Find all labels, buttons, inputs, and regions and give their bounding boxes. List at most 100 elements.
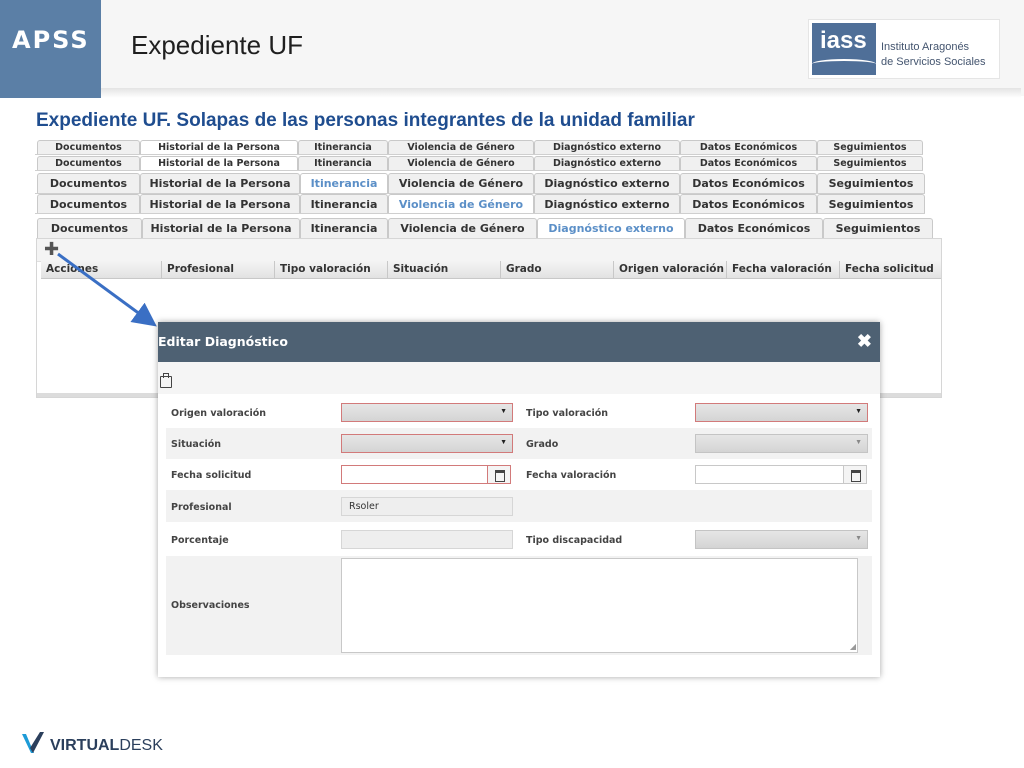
form-row: Observaciones ◢	[166, 556, 872, 655]
chevron-down-icon: ▼	[500, 439, 507, 446]
tab-row-divider	[35, 213, 925, 214]
column-header[interactable]: Fecha solicitud	[839, 261, 941, 278]
tab-violencia-de-genero[interactable]: Violencia de Género	[388, 218, 537, 238]
tab-documentos[interactable]: Documentos	[37, 194, 140, 213]
tab-historial-de-la-persona[interactable]: Historial de la Persona	[140, 194, 300, 213]
iass-logo-word: iass	[820, 27, 867, 54]
close-icon[interactable]: ✖	[857, 331, 872, 352]
tipo-discapacidad-label: Tipo discapacidad	[526, 535, 623, 546]
tab-documentos[interactable]: Documentos	[37, 218, 142, 238]
tab-violencia-de-genero[interactable]: Violencia de Género	[388, 140, 534, 154]
virtualdesk-v-icon	[22, 732, 44, 753]
tab-seguimientos[interactable]: Seguimientos	[823, 218, 933, 238]
form-row: Profesional Rsoler	[166, 490, 872, 522]
tab-diagnostico-externo[interactable]: Diagnóstico externo	[534, 194, 680, 213]
column-header[interactable]: Acciones	[41, 261, 161, 278]
porcentaje-label: Porcentaje	[171, 535, 229, 546]
tab-row-divider	[35, 193, 925, 194]
column-header[interactable]: Profesional	[161, 261, 274, 278]
tab-row-2: Documentos Historial de la Persona Itinera…	[37, 156, 923, 170]
iass-logo-mark: iass	[812, 23, 876, 75]
tab-itinerancia[interactable]: Itinerancia	[298, 156, 388, 170]
tab-diagnostico-externo[interactable]: Diagnóstico externo	[534, 156, 680, 170]
resize-handle-icon[interactable]: ◢	[850, 642, 856, 651]
column-header[interactable]: Fecha valoración	[726, 261, 839, 278]
virtualdesk-logo-thin: DESK	[119, 737, 163, 754]
observaciones-textarea[interactable]: ◢	[341, 558, 858, 653]
virtualdesk-logo-text: VIRTUALDESK	[50, 737, 163, 755]
save-icon[interactable]	[160, 373, 172, 388]
calendar-icon	[851, 470, 861, 482]
tab-historial-de-la-persona[interactable]: Historial de la Persona	[142, 218, 300, 238]
tab-row-4: Documentos Historial de la Persona Itinera…	[37, 194, 925, 213]
tab-historial-de-la-persona[interactable]: Historial de la Persona	[140, 156, 298, 170]
tab-violencia-de-genero[interactable]: Violencia de Género	[388, 194, 534, 213]
virtualdesk-logo-bold: VIRTUAL	[50, 737, 120, 754]
editar-diagnostico-modal: Editar Diagnóstico ✖ Origen valoración ▼…	[158, 322, 880, 677]
page-title: Expediente UF	[131, 30, 303, 60]
iass-logo: iass Instituto Aragonés de Servicios Soc…	[808, 19, 1000, 79]
column-header[interactable]: Tipo valoración	[274, 261, 387, 278]
situacion-select[interactable]: ▼	[341, 434, 513, 453]
tab-itinerancia[interactable]: Itinerancia	[300, 194, 388, 213]
tab-seguimientos[interactable]: Seguimientos	[817, 173, 925, 193]
tipo-valoracion-label: Tipo valoración	[526, 408, 609, 419]
calendar-icon	[495, 470, 505, 482]
tab-diagnostico-externo[interactable]: Diagnóstico externo	[537, 218, 685, 238]
tab-documentos[interactable]: Documentos	[37, 140, 140, 154]
diagnostico-form: Origen valoración ▼ Tipo valoración ▼ Si…	[166, 397, 872, 672]
tab-documentos[interactable]: Documentos	[37, 173, 140, 193]
tipo-discapacidad-select[interactable]: ▼	[695, 530, 868, 549]
tab-historial-de-la-persona[interactable]: Historial de la Persona	[140, 173, 300, 193]
form-row: Origen valoración ▼ Tipo valoración ▼	[166, 397, 872, 428]
tab-datos-economicos[interactable]: Datos Económicos	[680, 140, 817, 154]
modal-toolbar	[158, 362, 880, 394]
tab-violencia-de-genero[interactable]: Violencia de Género	[388, 156, 534, 170]
tab-historial-de-la-persona[interactable]: Historial de la Persona	[140, 140, 298, 154]
form-row: Fecha solicitud Fecha valoración	[166, 459, 872, 490]
porcentaje-field[interactable]	[341, 530, 513, 549]
fecha-valoracion-input[interactable]	[695, 465, 844, 484]
tab-seguimientos[interactable]: Seguimientos	[817, 194, 925, 213]
tab-datos-economicos[interactable]: Datos Económicos	[680, 194, 817, 213]
plus-icon[interactable]: ✚	[44, 240, 62, 258]
form-row: Situación ▼ Grado ▼	[166, 428, 872, 459]
fecha-solicitud-label: Fecha solicitud	[171, 470, 252, 481]
apss-logo-text: APSS	[12, 26, 90, 54]
grid-header: Acciones Profesional Tipo valoración Situac…	[41, 261, 941, 279]
fecha-valoracion-calendar-button[interactable]	[843, 465, 867, 484]
tab-itinerancia[interactable]: Itinerancia	[298, 140, 388, 154]
tab-documentos[interactable]: Documentos	[37, 156, 140, 170]
tab-row-divider	[35, 170, 923, 171]
origen-valoracion-select[interactable]: ▼	[341, 403, 513, 422]
observaciones-label: Observaciones	[171, 600, 250, 611]
grado-label: Grado	[526, 439, 559, 450]
chevron-down-icon: ▼	[855, 535, 862, 542]
form-row: Porcentaje Tipo discapacidad ▼	[166, 522, 872, 556]
profesional-label: Profesional	[171, 502, 232, 513]
tab-diagnostico-externo[interactable]: Diagnóstico externo	[534, 140, 680, 154]
modal-title: Editar Diagnóstico	[158, 334, 288, 349]
tab-seguimientos[interactable]: Seguimientos	[817, 140, 923, 154]
tab-itinerancia[interactable]: Itinerancia	[300, 218, 388, 238]
column-header[interactable]: Origen valoración	[613, 261, 726, 278]
tab-datos-economicos[interactable]: Datos Económicos	[680, 156, 817, 170]
column-header[interactable]: Grado	[500, 261, 613, 278]
tab-row-divider	[35, 154, 923, 155]
column-header[interactable]: Situación	[387, 261, 500, 278]
situacion-label: Situación	[171, 439, 221, 450]
fecha-solicitud-input[interactable]	[341, 465, 488, 484]
tab-datos-economicos[interactable]: Datos Económicos	[685, 218, 823, 238]
origen-valoracion-label: Origen valoración	[171, 408, 266, 419]
tab-itinerancia[interactable]: Itinerancia	[300, 173, 388, 193]
tipo-valoracion-select[interactable]: ▼	[695, 403, 868, 422]
grado-select[interactable]: ▼	[695, 434, 868, 453]
tab-diagnostico-externo[interactable]: Diagnóstico externo	[534, 173, 680, 193]
fecha-solicitud-calendar-button[interactable]	[487, 465, 511, 484]
chevron-down-icon: ▼	[855, 439, 862, 446]
tab-row-1: Documentos Historial de la Persona Itinera…	[37, 140, 923, 154]
tab-seguimientos[interactable]: Seguimientos	[817, 156, 923, 170]
modal-header: Editar Diagnóstico ✖	[158, 322, 880, 362]
tab-datos-economicos[interactable]: Datos Económicos	[680, 173, 817, 193]
tab-violencia-de-genero[interactable]: Violencia de Género	[388, 173, 534, 193]
